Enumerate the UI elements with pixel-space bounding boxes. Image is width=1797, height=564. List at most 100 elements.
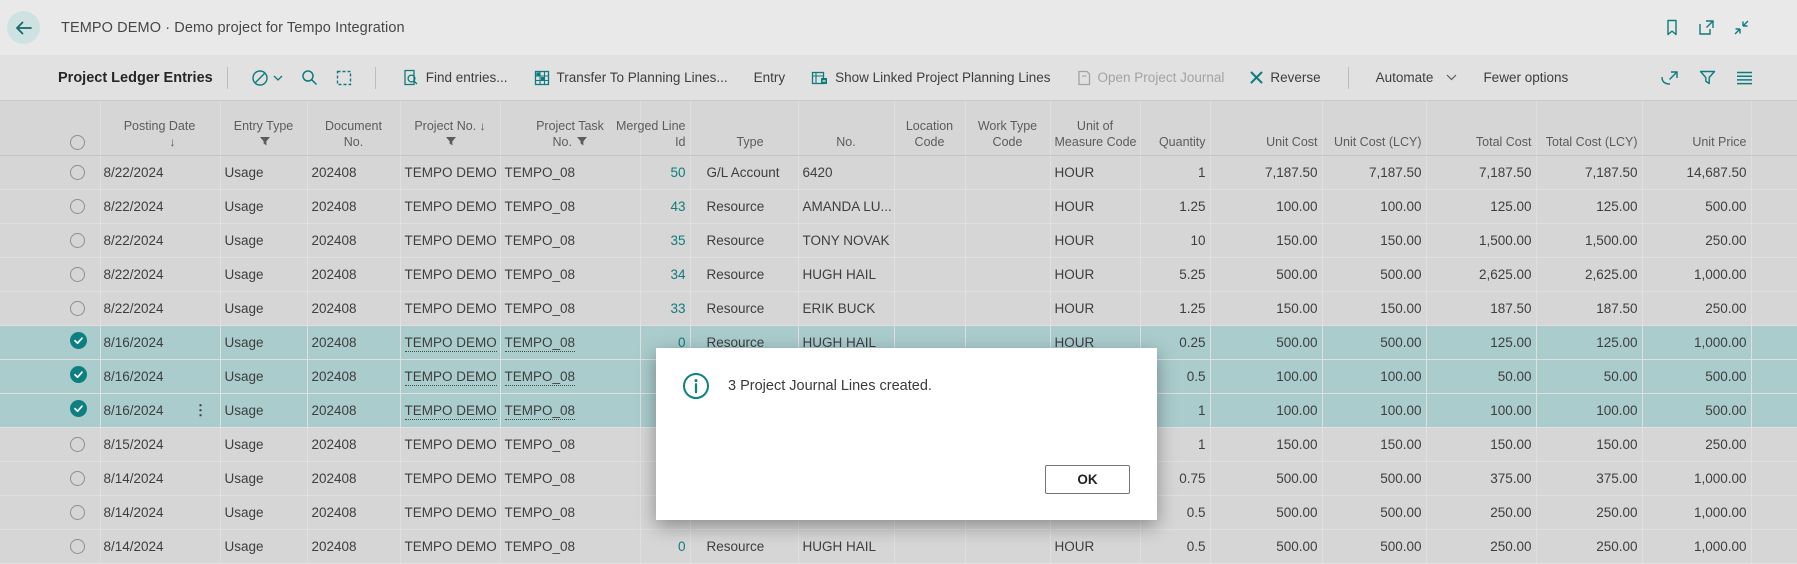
cell-project_no: TEMPO DEMO — [400, 495, 500, 529]
cell-unit_cost: 100.00 — [1210, 189, 1322, 223]
back-button[interactable] — [7, 11, 40, 44]
cell-uom_code: HOUR — [1050, 291, 1140, 325]
cell-unit_cost: 500.00 — [1210, 325, 1322, 359]
column-header-unit_cost[interactable]: Unit Cost — [1210, 101, 1322, 155]
column-header-work_type_code[interactable]: Work TypeCode — [965, 101, 1050, 155]
row-select-checkbox[interactable] — [70, 233, 85, 248]
fewer-options-button[interactable]: Fewer options — [1483, 70, 1568, 85]
reverse-button[interactable]: Reverse — [1250, 70, 1320, 85]
row-select-cell — [0, 189, 100, 223]
table-row[interactable]: 8/22/2024Usage202408TEMPO DEMOTEMPO_0834… — [0, 257, 1797, 291]
cell-unit_price: 250.00 — [1642, 291, 1751, 325]
cell-type: Resource — [690, 223, 798, 257]
transfer-to-planning-lines-button[interactable]: Transfer To Planning Lines... — [534, 70, 728, 86]
column-header-uom_code[interactable]: Unit ofMeasure Code — [1050, 101, 1140, 155]
cell-posting_date: 8/14/2024 — [100, 461, 220, 495]
merged-line-id-link[interactable]: 43 — [670, 199, 685, 214]
search-button[interactable] — [301, 69, 318, 86]
row-select-checkbox[interactable] — [70, 267, 85, 282]
cell-project_no: TEMPO DEMO — [400, 257, 500, 291]
column-header-merged_line_id[interactable]: Merged LineId — [640, 101, 690, 155]
ok-button[interactable]: OK — [1045, 465, 1130, 494]
column-header-no[interactable]: No. — [798, 101, 894, 155]
cell-project_task_no: TEMPO_08 — [500, 461, 640, 495]
cell-unit_cost: 500.00 — [1210, 495, 1322, 529]
filler — [1751, 257, 1797, 291]
automate-menu[interactable]: Automate — [1376, 70, 1458, 85]
cell-location_code — [894, 223, 965, 257]
table-row[interactable]: 8/22/2024Usage202408TEMPO DEMOTEMPO_0850… — [0, 155, 1797, 189]
table-row[interactable]: 8/22/2024Usage202408TEMPO DEMOTEMPO_0843… — [0, 189, 1797, 223]
filter-funnel-icon[interactable] — [260, 137, 270, 146]
row-selected-checkmark-icon[interactable] — [70, 400, 87, 417]
find-entries-button[interactable]: Find entries... — [403, 69, 508, 86]
column-header-total_cost_lcy[interactable]: Total Cost (LCY) — [1536, 101, 1642, 155]
reverse-x-icon — [1250, 71, 1263, 84]
cell-document_no: 202408 — [307, 155, 400, 189]
cell-unit_cost: 150.00 — [1210, 427, 1322, 461]
cell-entry_type: Usage — [220, 257, 307, 291]
cell-project_task_no: TEMPO_08 — [500, 359, 640, 393]
focus-mode-button[interactable] — [336, 70, 352, 86]
filter-icon[interactable] — [1699, 70, 1716, 85]
filter-funnel-icon[interactable] — [446, 137, 456, 146]
row-selected-checkmark-icon[interactable] — [70, 366, 87, 383]
cell-document_no: 202408 — [307, 325, 400, 359]
cell-type: G/L Account — [690, 155, 798, 189]
cell-total_cost_lcy: 125.00 — [1536, 189, 1642, 223]
column-header-posting_date[interactable]: Posting Date↓ — [100, 101, 220, 155]
column-header-unit_price[interactable]: Unit Price — [1642, 101, 1751, 155]
collapse-icon[interactable] — [1733, 19, 1750, 36]
column-header-unit_cost_lcy[interactable]: Unit Cost (LCY) — [1322, 101, 1426, 155]
row-select-checkbox[interactable] — [70, 505, 85, 520]
column-header-document_no[interactable]: DocumentNo. — [307, 101, 400, 155]
cell-work_type_code — [965, 155, 1050, 189]
row-select-cell — [0, 291, 100, 325]
cell-document_no: 202408 — [307, 393, 400, 427]
entry-menu[interactable]: Entry — [754, 70, 786, 85]
chevron-down-icon — [1446, 74, 1457, 81]
merged-line-id-link[interactable]: 0 — [678, 539, 686, 554]
row-select-checkbox[interactable] — [70, 301, 85, 316]
show-linked-planning-lines-button[interactable]: Show Linked Project Planning Lines — [811, 70, 1050, 86]
table-row[interactable]: 8/14/2024Usage202408TEMPO DEMOTEMPO_080R… — [0, 529, 1797, 563]
row-select-checkbox[interactable] — [70, 539, 85, 554]
cell-no: TONY NOVAK — [798, 223, 894, 257]
row-select-checkbox[interactable] — [70, 199, 85, 214]
bookmark-icon[interactable] — [1664, 19, 1680, 36]
merged-line-id-link[interactable]: 34 — [670, 267, 685, 282]
cell-unit_cost: 500.00 — [1210, 529, 1322, 563]
cell-type: Resource — [690, 529, 798, 563]
cell-uom_code: HOUR — [1050, 529, 1140, 563]
back-arrow-icon — [15, 21, 33, 35]
merged-line-id-link[interactable]: 50 — [670, 165, 685, 180]
row-selected-checkmark-icon[interactable] — [70, 332, 87, 349]
related-entries-menu[interactable] — [251, 69, 283, 87]
search-icon — [301, 69, 318, 86]
column-header-location_code[interactable]: LocationCode — [894, 101, 965, 155]
table-row[interactable]: 8/22/2024Usage202408TEMPO DEMOTEMPO_0835… — [0, 223, 1797, 257]
column-header-total_cost[interactable]: Total Cost — [1426, 101, 1536, 155]
column-header-entry_type[interactable]: Entry Type — [220, 101, 307, 155]
cell-unit_cost_lcy: 500.00 — [1322, 257, 1426, 291]
filter-funnel-icon[interactable] — [577, 137, 587, 146]
merged-line-id-link[interactable]: 35 — [670, 233, 685, 248]
cell-project_no: TEMPO DEMO — [400, 155, 500, 189]
row-select-checkbox[interactable] — [70, 165, 85, 180]
select-all-checkbox[interactable] — [70, 135, 85, 150]
column-header-type[interactable]: Type — [690, 101, 798, 155]
share-icon[interactable] — [1660, 69, 1679, 86]
open-in-new-window-icon[interactable] — [1698, 19, 1715, 36]
row-menu-icon[interactable]: ⋮ — [194, 402, 208, 419]
row-select-checkbox[interactable] — [70, 471, 85, 486]
choose-columns-icon[interactable] — [1736, 71, 1753, 85]
table-row[interactable]: 8/22/2024Usage202408TEMPO DEMOTEMPO_0833… — [0, 291, 1797, 325]
row-select-checkbox[interactable] — [70, 437, 85, 452]
merged-line-id-link[interactable]: 33 — [670, 301, 685, 316]
cell-location_code — [894, 529, 965, 563]
open-project-journal-button[interactable]: Open Project Journal — [1077, 70, 1225, 86]
column-header-project_no[interactable]: Project No. ↓ — [400, 101, 500, 155]
filler — [1751, 427, 1797, 461]
column-header-quantity[interactable]: Quantity — [1140, 101, 1210, 155]
cell-posting_date: 8/22/2024 — [100, 223, 220, 257]
